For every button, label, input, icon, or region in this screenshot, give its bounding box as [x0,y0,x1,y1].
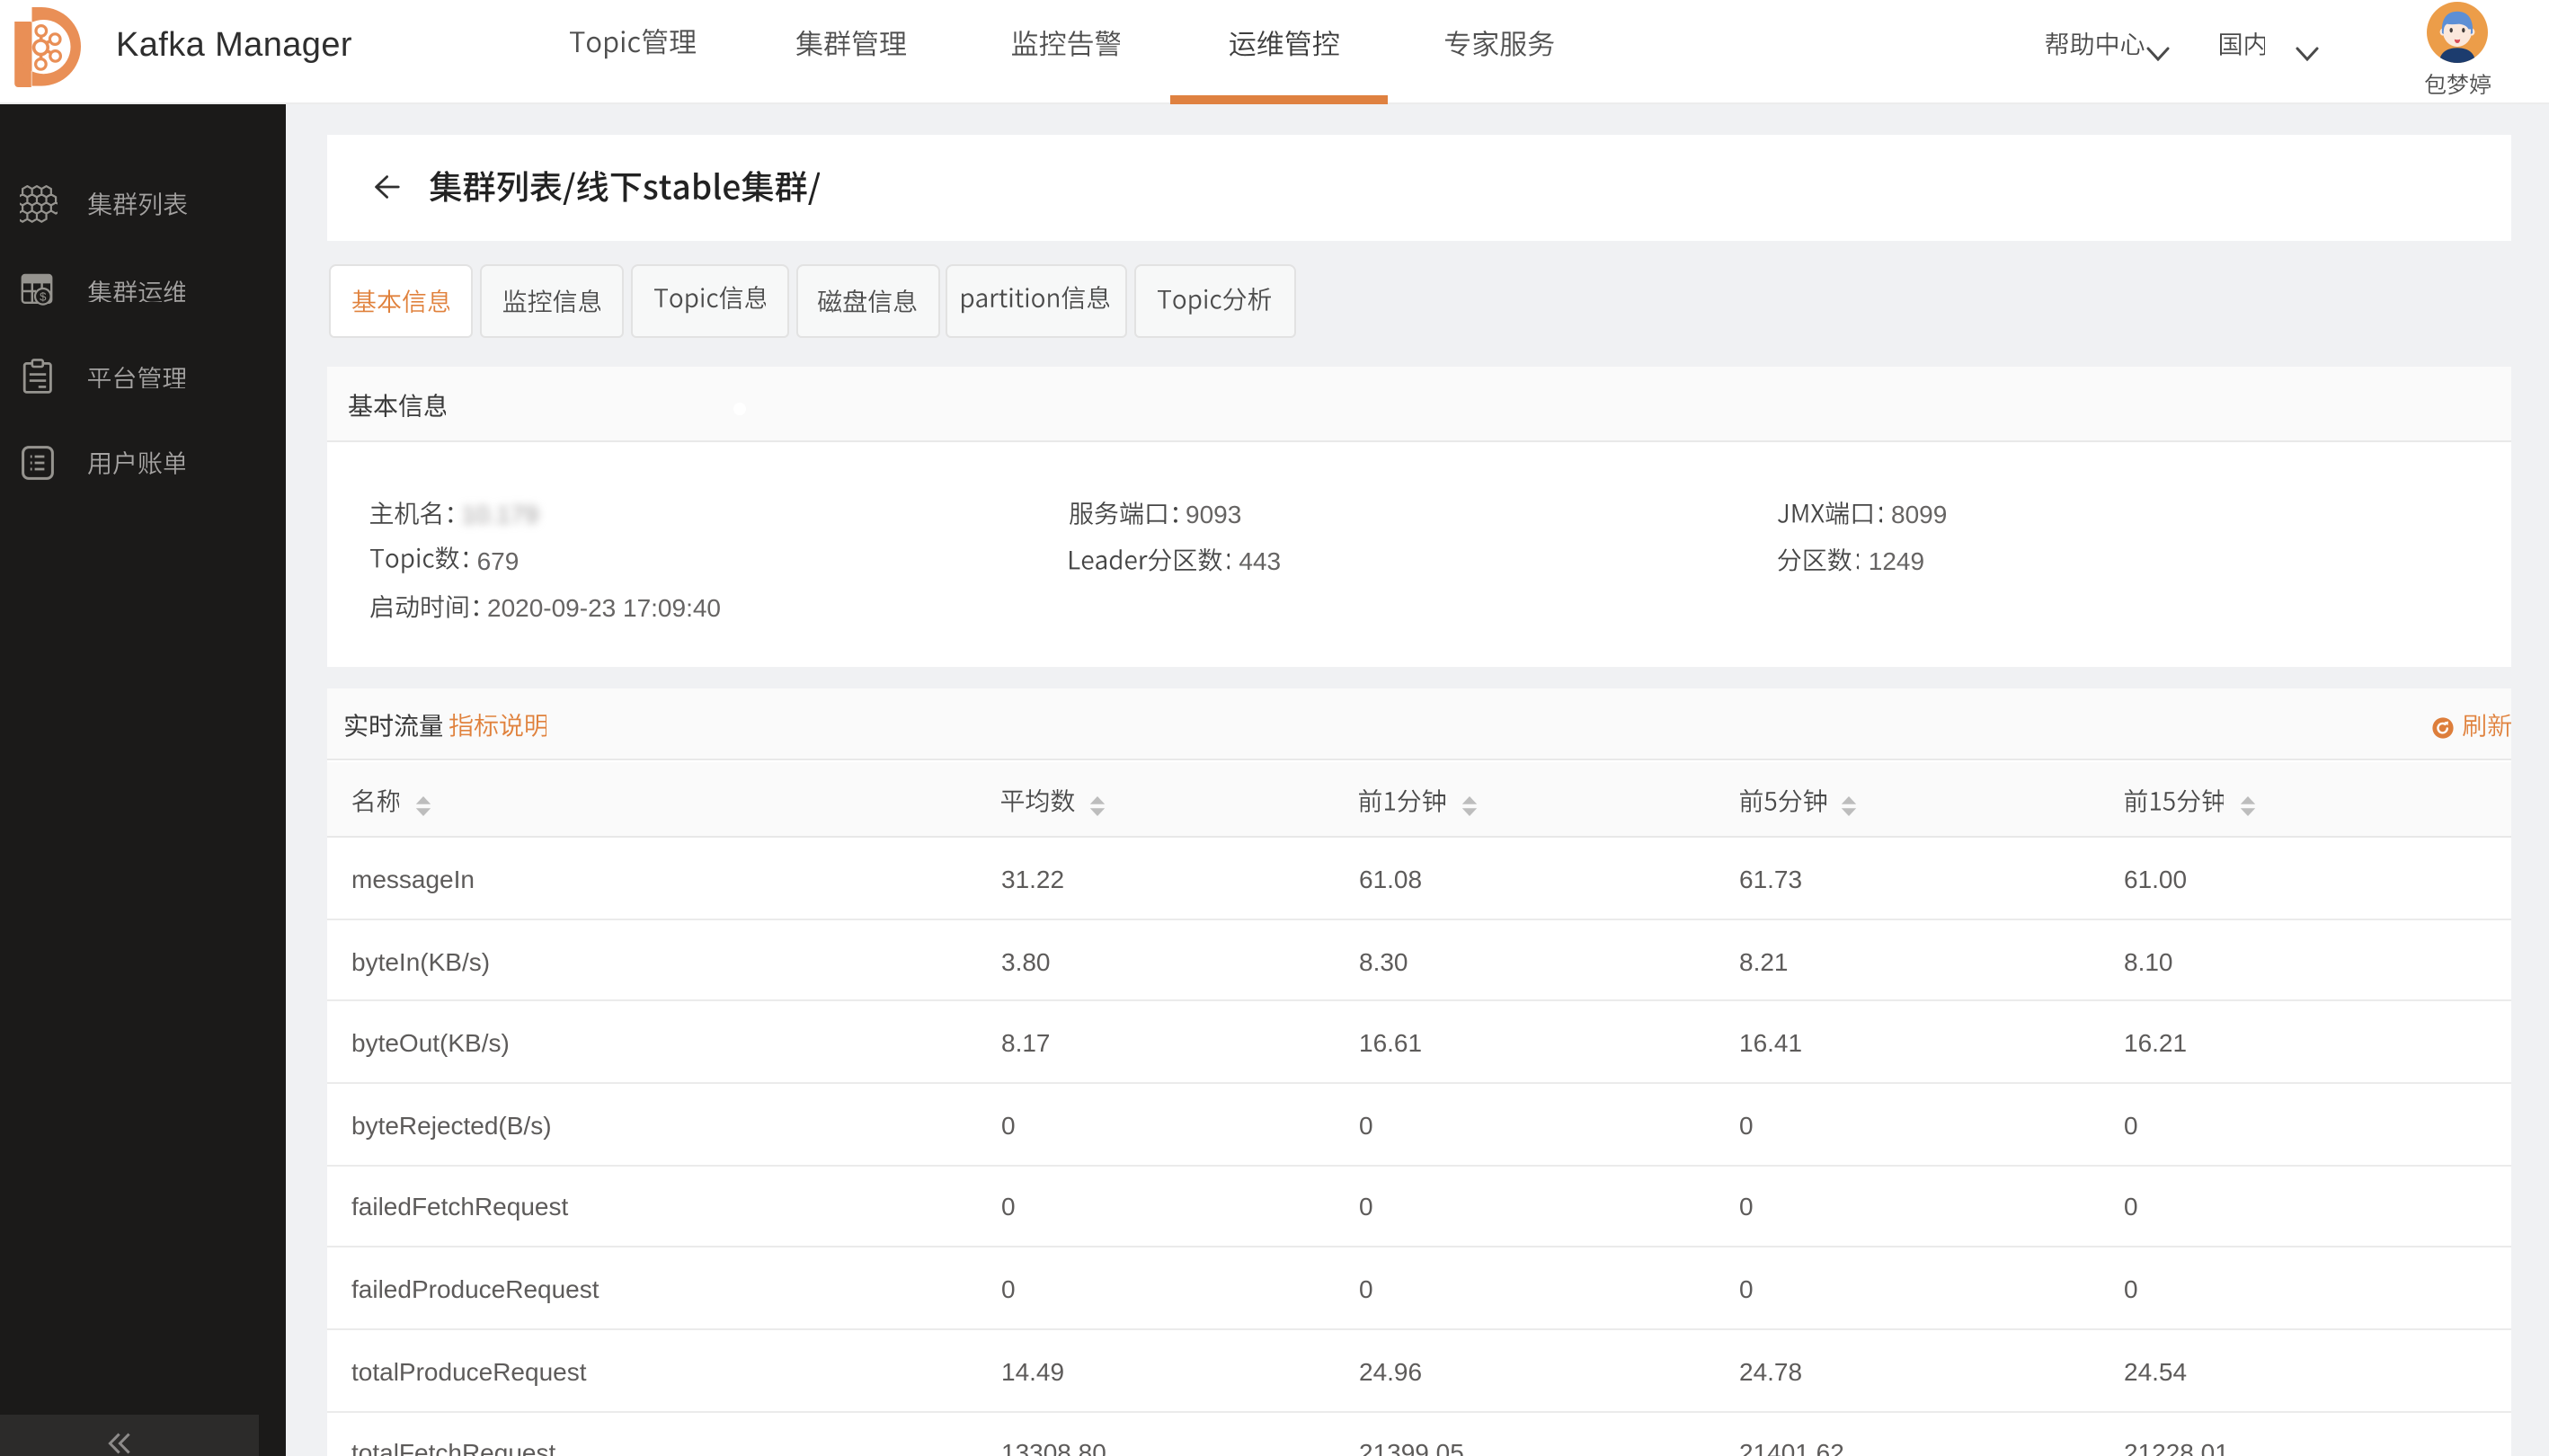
svg-text:$: $ [40,289,47,303]
